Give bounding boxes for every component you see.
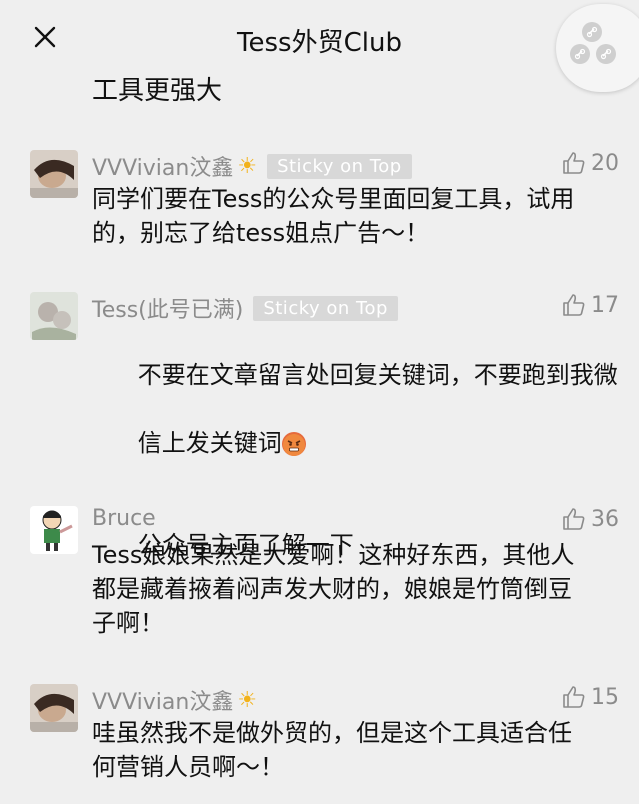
sticky-badge: Sticky on Top xyxy=(267,153,412,179)
comment-text: 同学们要在Tess的公众号里面回复工具，试用 的，别忘了给tess姐点广告～！ xyxy=(92,185,575,247)
comment-author: Bruce xyxy=(92,506,156,531)
author-name: VVVivian汶鑫 xyxy=(92,156,234,181)
mini-program-button[interactable] xyxy=(556,4,639,92)
like-button[interactable]: 15 xyxy=(561,684,619,710)
like-count: 20 xyxy=(591,150,619,176)
thumbs-up-icon xyxy=(563,294,585,316)
page-title: Tess外贸Club xyxy=(237,28,402,58)
thumbs-up-icon xyxy=(563,508,585,530)
thumbs-up-icon xyxy=(563,686,585,708)
sun-icon: ☀ xyxy=(237,153,258,179)
avatar[interactable] xyxy=(30,292,78,340)
comment-author: VVVivian汶鑫 ☀ xyxy=(92,684,257,716)
link-chain-icon xyxy=(570,44,590,64)
avatar[interactable] xyxy=(30,150,78,198)
avatar[interactable] xyxy=(30,684,78,732)
avatar[interactable] xyxy=(30,506,78,554)
author-name: VVVivian汶鑫 xyxy=(92,690,234,715)
like-button[interactable]: 36 xyxy=(561,506,619,532)
comment-line: 信上发关键词 xyxy=(137,429,282,457)
top-bar: Tess外贸Club xyxy=(0,0,639,92)
like-count: 36 xyxy=(591,506,619,532)
like-button[interactable]: 20 xyxy=(561,150,619,176)
comment-text-partial: 工具更强大 xyxy=(92,76,223,106)
comment-text: 哇虽然我不是做外贸的，但是这个工具适合任 何营销人员啊～！ xyxy=(92,719,572,781)
comment-author: VVVivian汶鑫 ☀ Sticky on Top xyxy=(92,150,412,182)
like-count: 17 xyxy=(591,292,619,318)
sun-icon: ☀ xyxy=(237,687,258,713)
like-count: 15 xyxy=(591,684,619,710)
link-chain-icon xyxy=(596,44,616,64)
comment-line: 不要在文章留言处回复关键词，不要跑到我微 xyxy=(137,361,618,389)
angry-face-emoji xyxy=(281,432,306,456)
sticky-badge: Sticky on Top xyxy=(253,295,398,321)
like-button[interactable]: 17 xyxy=(561,292,619,318)
comment-author: Tess(此号已满) Sticky on Top xyxy=(92,292,398,324)
thumbs-up-icon xyxy=(563,152,585,174)
link-chain-icon xyxy=(582,22,602,42)
author-name: Tess(此号已满) xyxy=(92,298,244,323)
comment-text: Tess娘娘果然是大爱啊！这种好东西，其他人 都是藏着掖着闷声发大财的，娘娘是竹… xyxy=(92,541,575,637)
author-name: Bruce xyxy=(92,506,156,531)
